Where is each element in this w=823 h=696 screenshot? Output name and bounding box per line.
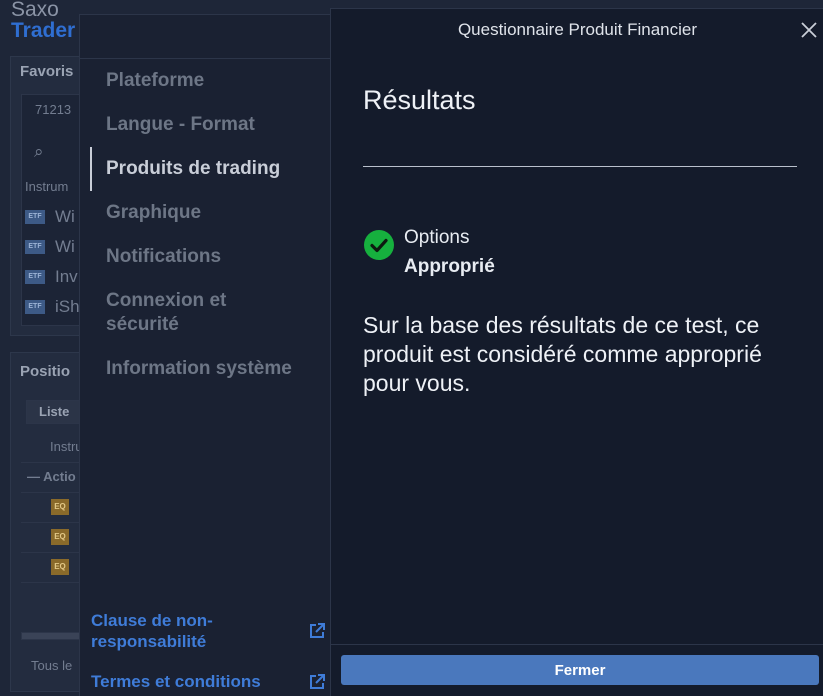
- result-status: Approprié: [404, 256, 495, 277]
- favorite-row: Inv: [55, 267, 78, 286]
- divider: [80, 58, 331, 59]
- external-link-icon[interactable]: [307, 672, 327, 692]
- list-button-label: Liste: [39, 404, 70, 419]
- terms-link[interactable]: Termes et conditions: [91, 671, 261, 692]
- etf-badge: ETF: [25, 270, 45, 284]
- check-circle-icon: [364, 230, 394, 260]
- result-description: Sur la base des résultats de ce test, ce…: [363, 312, 762, 396]
- brand-product: Trader: [11, 19, 76, 42]
- instruments-label: Instrum: [25, 179, 69, 194]
- instrument-header: Instru: [50, 439, 83, 454]
- divider: [363, 166, 797, 167]
- group-label: — Actio: [27, 469, 76, 484]
- dialog-title: Questionnaire Produit Financier: [457, 20, 698, 39]
- menu-item-trading-products[interactable]: Produits de trading: [106, 157, 280, 181]
- eq-badge: EQ: [51, 529, 69, 545]
- favorite-row: Wi: [55, 237, 75, 256]
- close-icon[interactable]: [798, 19, 820, 41]
- menu-item-platform[interactable]: Plateforme: [106, 69, 204, 93]
- active-indicator: [90, 147, 92, 191]
- search-icon: ⌕: [34, 142, 44, 161]
- favorites-field: 71213: [35, 102, 72, 117]
- menu-item-notifications[interactable]: Notifications: [106, 245, 221, 269]
- disclaimer-link[interactable]: Clause de non-responsabilité: [91, 610, 251, 652]
- etf-badge: ETF: [25, 300, 45, 314]
- eq-badge: EQ: [51, 499, 69, 515]
- external-link-icon[interactable]: [307, 621, 327, 641]
- result-product-name: Options: [404, 227, 470, 248]
- menu-item-connection-security[interactable]: Connexion et sécurité: [106, 289, 276, 337]
- menu-item-language-format[interactable]: Langue - Format: [106, 113, 255, 137]
- etf-badge: ETF: [25, 240, 45, 254]
- results-heading: Résultats: [363, 85, 476, 115]
- etf-badge: ETF: [25, 210, 45, 224]
- menu-item-system-info[interactable]: Information système: [106, 357, 292, 381]
- favorite-row: iSh: [55, 297, 80, 316]
- settings-menu: Plateforme Langue - Format Produits de t…: [79, 14, 331, 696]
- positions-title: Positio: [20, 363, 71, 380]
- eq-badge: EQ: [51, 559, 69, 575]
- favorites-title: Favoris: [20, 63, 74, 80]
- footer-text: Tous le: [31, 658, 73, 673]
- menu-item-chart[interactable]: Graphique: [106, 201, 201, 225]
- questionnaire-dialog: Questionnaire Produit Financier Résultat…: [330, 8, 823, 696]
- favorite-row: Wi: [55, 207, 75, 226]
- close-button[interactable]: Fermer: [341, 655, 819, 685]
- divider: [331, 644, 823, 645]
